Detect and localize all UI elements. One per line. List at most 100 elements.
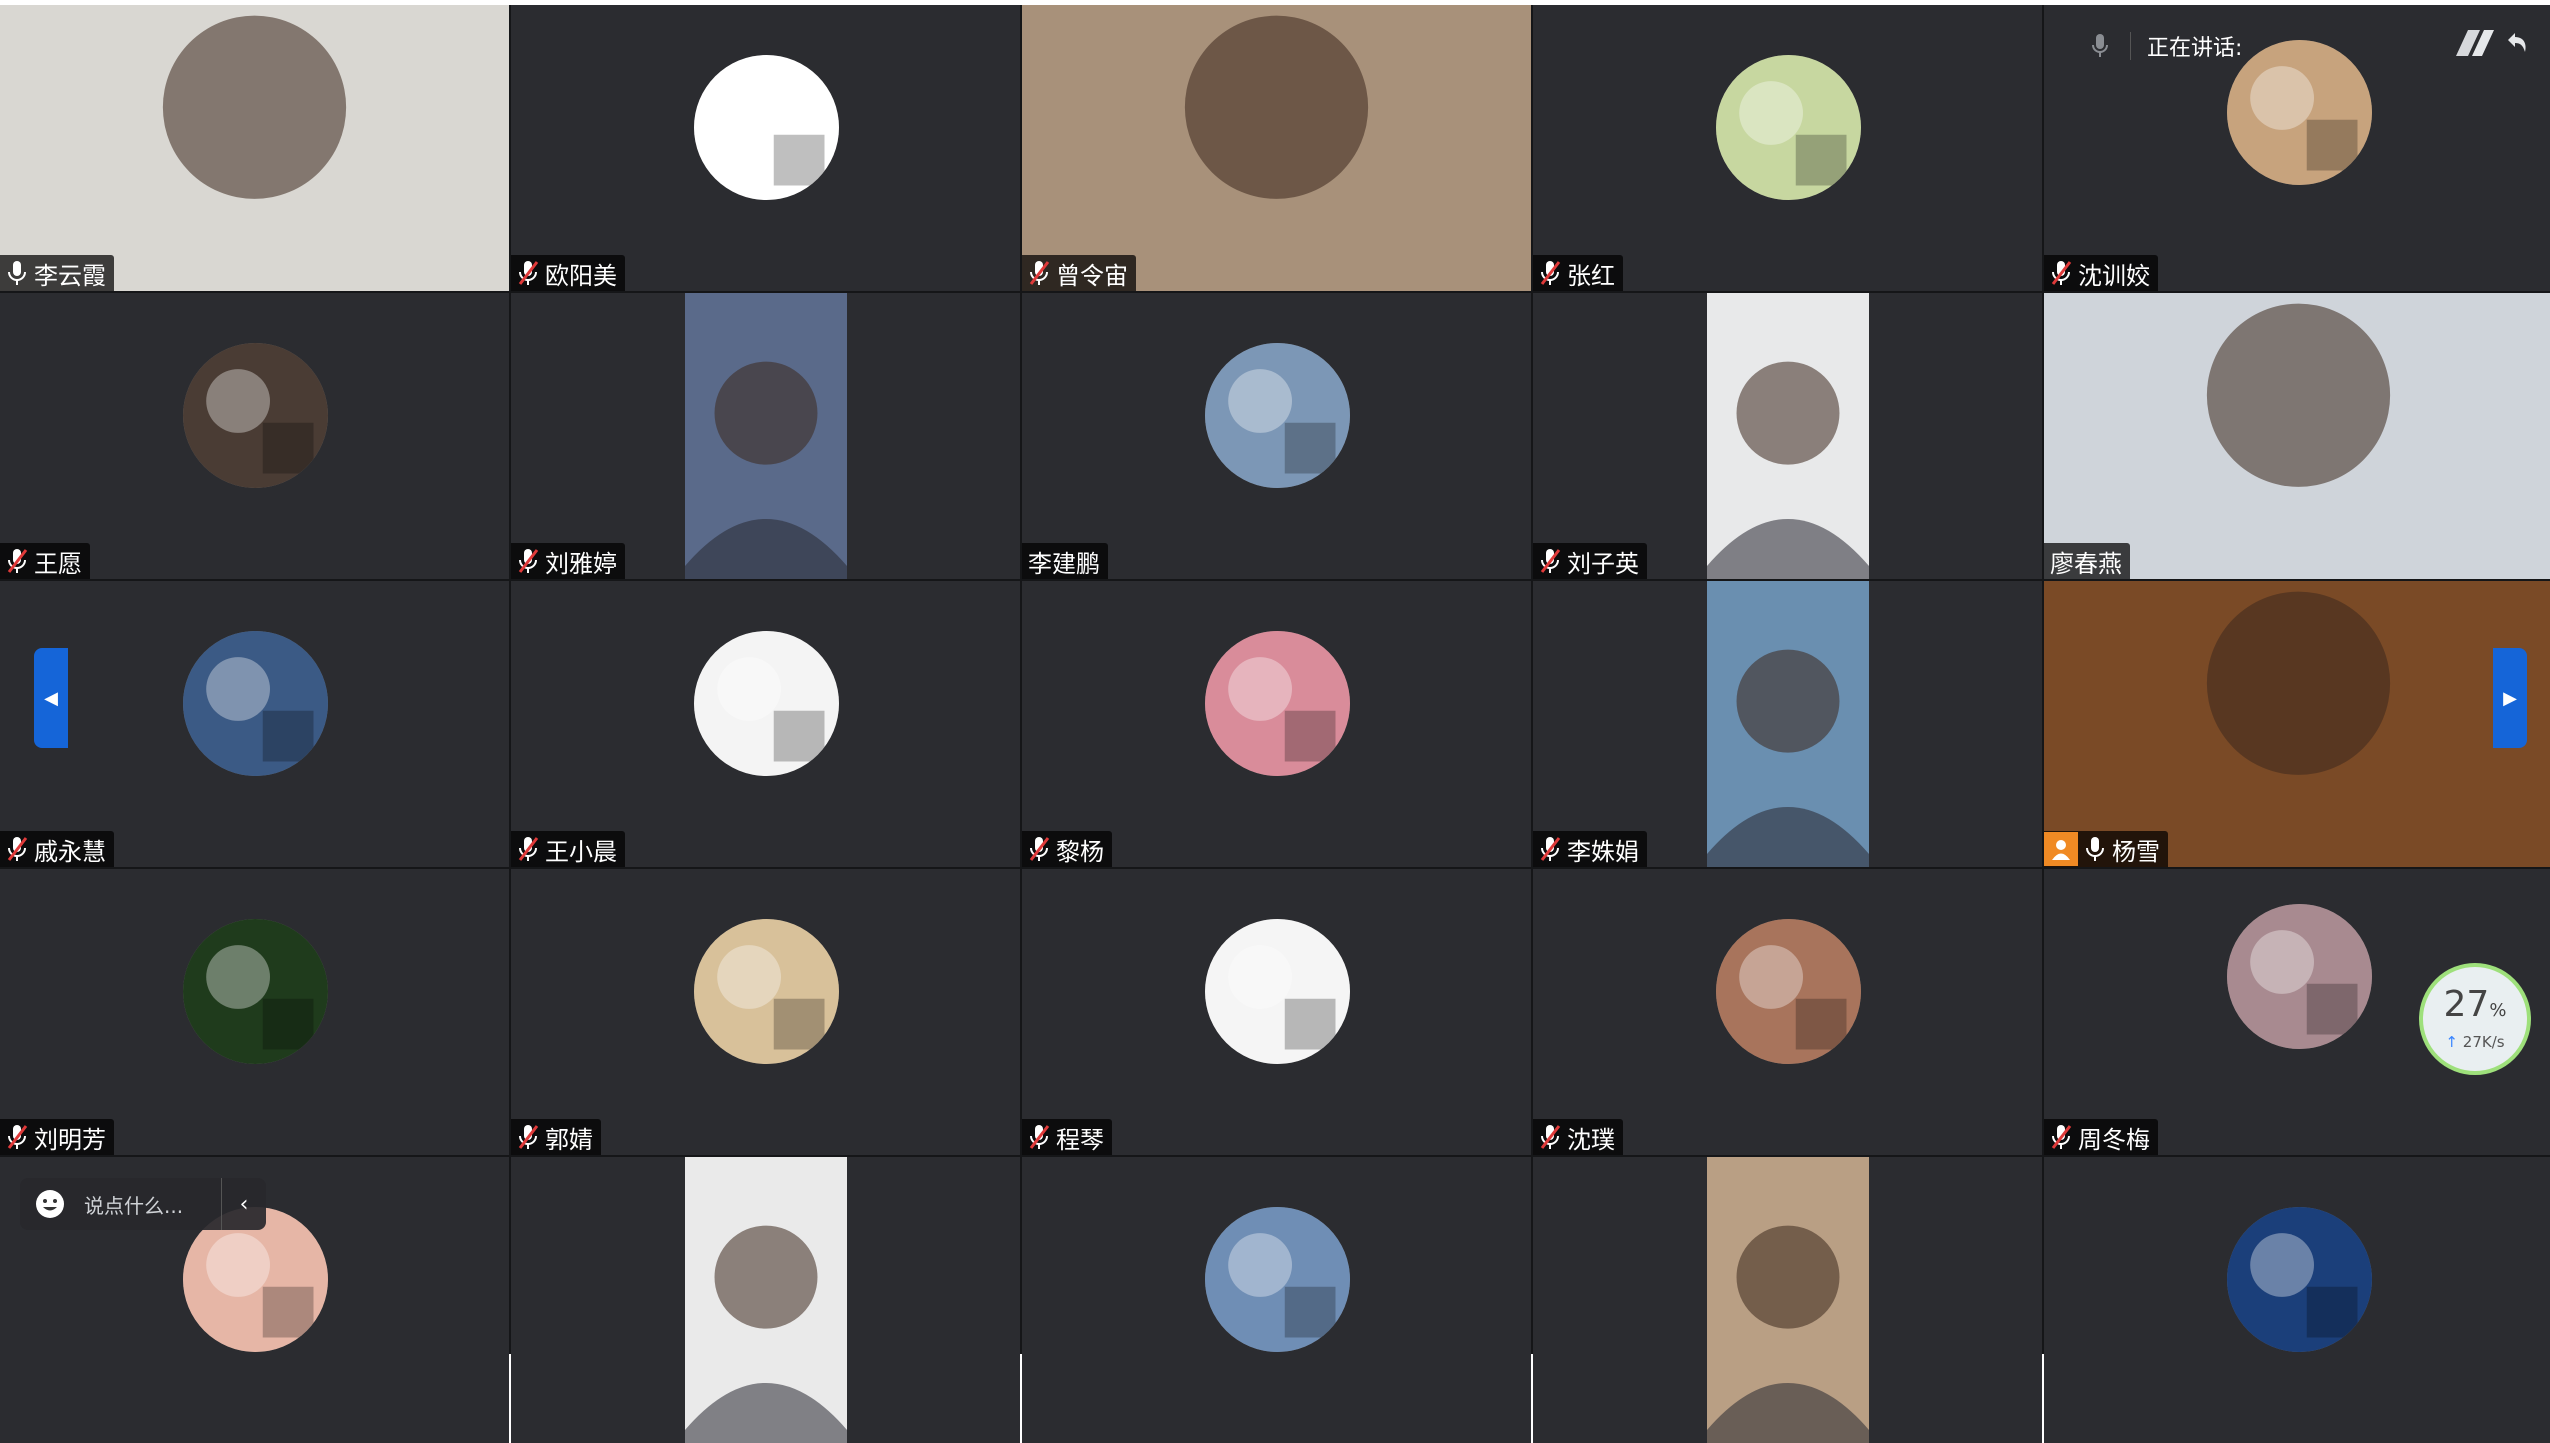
- layout-icon[interactable]: [2454, 28, 2498, 64]
- name-tag: 王愿: [0, 543, 90, 579]
- participant-tile[interactable]: 郭婧: [511, 869, 1020, 1155]
- mic-muted-icon: [6, 1123, 28, 1151]
- participant-tile[interactable]: 杨雪: [2044, 581, 2550, 867]
- mic-muted-icon: [1539, 259, 1561, 287]
- participant-grid: 李云霞 欧阳美 曾令宙 张红 沈训姣 王愿 刘雅婷 李建鹏 刘子英 廖春燕 戚永慧 王小晨 黎杨 李姝娟 杨…: [0, 5, 2550, 1443]
- previous-page-button[interactable]: ◀: [34, 648, 68, 748]
- mic-icon: [2090, 32, 2110, 60]
- participant-tile[interactable]: 程琴: [1022, 869, 1531, 1155]
- mic-muted-icon: [1539, 835, 1561, 863]
- undo-icon[interactable]: [2504, 30, 2530, 62]
- participant-name: 刘明芳: [34, 1125, 106, 1154]
- mic-muted-icon: [517, 1123, 539, 1151]
- name-tag: 李云霞: [0, 255, 114, 291]
- avatar: [2226, 1207, 2372, 1352]
- chat-input-bar[interactable]: 说点什么... ‹: [20, 1178, 266, 1230]
- participant-name: 沈璞: [1567, 1125, 1615, 1154]
- participant-tile[interactable]: 李建鹏: [1022, 293, 1531, 579]
- chevron-left-icon: ◀: [44, 687, 58, 709]
- avatar: [693, 55, 839, 200]
- participant-tile[interactable]: 曾令宙: [1022, 5, 1531, 291]
- participant-name: 李云霞: [34, 261, 106, 290]
- participant-video: [684, 293, 847, 579]
- participant-video: [2044, 293, 2550, 579]
- participant-name: 刘子英: [1567, 549, 1639, 578]
- participant-tile[interactable]: 刘雅婷: [511, 293, 1020, 579]
- mic-muted-icon: [1028, 259, 1050, 287]
- avatar: [693, 631, 839, 776]
- chevron-left-icon: ‹: [239, 1191, 249, 1217]
- name-tag: 程琴: [1022, 1119, 1112, 1155]
- participant-tile[interactable]: 张红: [1533, 5, 2042, 291]
- name-tag: 沈璞: [1533, 1119, 1623, 1155]
- collapse-chat-button[interactable]: ‹: [221, 1178, 266, 1230]
- participant-tile[interactable]: 刘子英: [1533, 293, 2042, 579]
- mic-muted-icon: [2050, 259, 2072, 287]
- name-tag: 刘明芳: [0, 1119, 114, 1155]
- avatar: [1204, 343, 1350, 488]
- avatar: [182, 343, 328, 488]
- name-tag: 曾令宙: [1022, 255, 1136, 291]
- participant-tile[interactable]: [1022, 1157, 1531, 1443]
- mic-muted-icon: [1539, 1123, 1561, 1151]
- network-speed-widget[interactable]: 27% ↑ 27K/s: [2419, 963, 2531, 1075]
- next-page-button[interactable]: ▶: [2493, 648, 2527, 748]
- name-tag: 张红: [1533, 255, 1623, 291]
- avatar: [1204, 631, 1350, 776]
- participant-tile[interactable]: [1533, 1157, 2042, 1443]
- participant-tile[interactable]: 沈璞: [1533, 869, 2042, 1155]
- name-tag: 郭婧: [511, 1119, 601, 1155]
- participant-tile[interactable]: 黎杨: [1022, 581, 1531, 867]
- participant-name: 曾令宙: [1056, 261, 1128, 290]
- avatar: [1715, 55, 1861, 200]
- mic-muted-icon: [6, 547, 28, 575]
- participant-name: 王小晨: [545, 837, 617, 866]
- participant-name: 戚永慧: [34, 837, 106, 866]
- participant-name: 廖春燕: [2050, 549, 2122, 578]
- avatar: [182, 919, 328, 1064]
- mic-muted-icon: [1028, 1123, 1050, 1151]
- participant-tile[interactable]: 王小晨: [511, 581, 1020, 867]
- participant-tile[interactable]: 李姝娟: [1533, 581, 2042, 867]
- name-tag: 欧阳美: [511, 255, 625, 291]
- speaking-label: 正在讲话:: [2147, 36, 2243, 61]
- participant-tile[interactable]: 欧阳美: [511, 5, 1020, 291]
- mic-muted-icon: [517, 259, 539, 287]
- mic-muted-icon: [517, 835, 539, 863]
- mic-icon: [2084, 835, 2106, 863]
- participant-tile[interactable]: 刘明芳: [0, 869, 509, 1155]
- participant-video: [684, 1157, 847, 1443]
- participant-tile[interactable]: [511, 1157, 1020, 1443]
- mic-muted-icon: [2050, 1123, 2072, 1151]
- name-tag: 李姝娟: [1533, 831, 1647, 867]
- avatar: [1204, 919, 1350, 1064]
- avatar: [693, 919, 839, 1064]
- participant-tile[interactable]: 王愿: [0, 293, 509, 579]
- participant-name: 王愿: [34, 549, 82, 578]
- participant-name: 欧阳美: [545, 261, 617, 290]
- name-tag: 刘子英: [1533, 543, 1647, 579]
- participant-tile[interactable]: [2044, 1157, 2550, 1443]
- chevron-right-icon: ▶: [2503, 687, 2517, 709]
- participant-name: 郭婧: [545, 1125, 593, 1154]
- avatar: [2226, 904, 2372, 1049]
- participant-name: 刘雅婷: [545, 549, 617, 578]
- participant-tile[interactable]: 廖春燕: [2044, 293, 2550, 579]
- participant-name: 杨雪: [2112, 837, 2160, 866]
- speaking-indicator: 正在讲话:: [2090, 24, 2530, 68]
- name-tag: 李建鹏: [1022, 543, 1108, 579]
- participant-video: [1022, 5, 1531, 291]
- name-tag: 戚永慧: [0, 831, 114, 867]
- emoji-icon[interactable]: [34, 1188, 66, 1220]
- name-tag: 黎杨: [1022, 831, 1112, 867]
- participant-video: [1706, 1157, 1869, 1443]
- name-tag: 杨雪: [2044, 831, 2168, 867]
- mic-muted-icon: [517, 547, 539, 575]
- participant-tile[interactable]: 李云霞: [0, 5, 509, 291]
- participant-tile[interactable]: 戚永慧: [0, 581, 509, 867]
- participant-name: 周冬梅: [2078, 1125, 2150, 1154]
- participant-video: [2044, 581, 2550, 867]
- mic-muted-icon: [1539, 547, 1561, 575]
- name-tag: 王小晨: [511, 831, 625, 867]
- mic-muted-icon: [6, 835, 28, 863]
